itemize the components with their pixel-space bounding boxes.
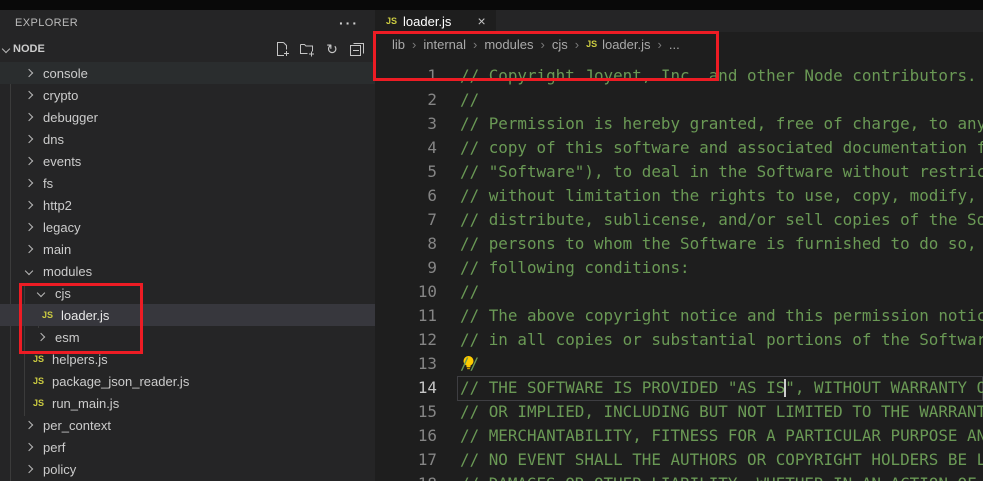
- breadcrumb: lib › internal › modules › cjs › JS load…: [375, 32, 983, 56]
- file-tree: console crypto debugger dns events fs ht…: [0, 62, 375, 480]
- tree-item-esm[interactable]: esm: [0, 326, 375, 348]
- code-line[interactable]: 5// "Software"), to deal in the Software…: [375, 160, 983, 184]
- breadcrumb-item-cjs[interactable]: cjs: [552, 37, 568, 52]
- chevron-right-icon: [20, 114, 38, 120]
- code-line[interactable]: 11// The above copyright notice and this…: [375, 304, 983, 328]
- code-area[interactable]: 1// Copyright Joyent, Inc. and other Nod…: [375, 56, 983, 481]
- breadcrumb-item-lib[interactable]: lib: [392, 37, 405, 52]
- explorer-panel-header: EXPLORER ···: [0, 10, 375, 35]
- code-line[interactable]: 6// without limitation the rights to use…: [375, 184, 983, 208]
- chevron-right-icon: [20, 246, 38, 252]
- tree-item-package-json-reader-js[interactable]: JSpackage_json_reader.js: [0, 370, 375, 392]
- code-line[interactable]: 10//: [375, 280, 983, 304]
- breadcrumb-separator-icon: ›: [540, 37, 544, 52]
- breadcrumb-separator-icon: ›: [412, 37, 416, 52]
- code-line[interactable]: 2//: [375, 88, 983, 112]
- refresh-icon[interactable]: ↻: [324, 41, 340, 57]
- breadcrumb-item-modules[interactable]: modules: [484, 37, 533, 52]
- js-file-icon: JS: [33, 376, 50, 386]
- chevron-right-icon: [20, 70, 38, 76]
- code-line[interactable]: 9// following conditions:: [375, 256, 983, 280]
- code-line[interactable]: 12// in all copies or substantial portio…: [375, 328, 983, 352]
- chevron-right-icon: [20, 180, 38, 186]
- code-line[interactable]: 1// Copyright Joyent, Inc. and other Nod…: [375, 64, 983, 88]
- chevron-right-icon: [20, 422, 38, 428]
- more-actions-icon[interactable]: ···: [339, 15, 359, 31]
- breadcrumb-separator-icon: ›: [575, 37, 579, 52]
- chevron-right-icon: [20, 202, 38, 208]
- explorer-sidebar: EXPLORER ··· NODE ↻: [0, 10, 375, 481]
- tree-item-legacy[interactable]: legacy: [0, 216, 375, 238]
- chevron-right-icon: [20, 158, 38, 164]
- tree-item-run-main-js[interactable]: JSrun_main.js: [0, 392, 375, 414]
- node-section-title: NODE: [13, 43, 45, 55]
- breadcrumb-item-symbol-ellipsis[interactable]: ...: [669, 37, 680, 52]
- code-line[interactable]: 16// MERCHANTABILITY, FITNESS FOR A PART…: [375, 424, 983, 448]
- tree-item-debugger[interactable]: debugger: [0, 106, 375, 128]
- chevron-right-icon: [20, 224, 38, 230]
- title-bar: [0, 0, 983, 10]
- chevron-right-icon: [20, 466, 38, 472]
- tree-item-http2[interactable]: http2: [0, 194, 375, 216]
- tree-item-perf[interactable]: perf: [0, 436, 375, 458]
- explorer-panel-title: EXPLORER: [15, 17, 78, 29]
- section-actions: ↻: [274, 41, 365, 57]
- tree-item-modules[interactable]: modules: [0, 260, 375, 282]
- chevron-down-icon: [32, 290, 50, 296]
- js-file-icon: JS: [386, 16, 397, 26]
- tab-loader-js[interactable]: JS loader.js ×: [375, 10, 496, 32]
- breadcrumb-item-internal[interactable]: internal: [423, 37, 466, 52]
- breadcrumb-separator-icon: ›: [473, 37, 477, 52]
- tree-item-events[interactable]: events: [0, 150, 375, 172]
- tree-item-per-context[interactable]: per_context: [0, 414, 375, 436]
- code-line[interactable]: 7// distribute, sublicense, and/or sell …: [375, 208, 983, 232]
- chevron-right-icon: [32, 334, 50, 340]
- tree-item-cjs[interactable]: cjs: [0, 282, 375, 304]
- tree-item-helpers-js[interactable]: JShelpers.js: [0, 348, 375, 370]
- tree-item-loader-js[interactable]: JSloader.js: [0, 304, 375, 326]
- js-file-icon: JS: [586, 39, 597, 49]
- node-section-header[interactable]: NODE ↻: [0, 35, 375, 62]
- tree-item-policy[interactable]: policy: [0, 458, 375, 480]
- vscode-window: EXPLORER ··· NODE ↻: [0, 0, 983, 481]
- chevron-down-icon: [20, 268, 38, 274]
- chevron-right-icon: [20, 136, 38, 142]
- tab-label: loader.js: [403, 14, 451, 29]
- breadcrumb-item-loader-js[interactable]: loader.js: [602, 37, 650, 52]
- code-line[interactable]: 8// persons to whom the Software is furn…: [375, 232, 983, 256]
- chevron-down-icon: [2, 44, 10, 52]
- collapse-all-icon[interactable]: [349, 41, 365, 57]
- js-file-icon: JS: [42, 310, 59, 320]
- code-line[interactable]: 4// copy of this software and associated…: [375, 136, 983, 160]
- chevron-right-icon: [20, 444, 38, 450]
- code-line[interactable]: 3// Permission is hereby granted, free o…: [375, 112, 983, 136]
- breadcrumb-separator-icon: ›: [658, 37, 662, 52]
- new-file-icon[interactable]: [274, 41, 290, 57]
- tree-item-main[interactable]: main: [0, 238, 375, 260]
- code-line[interactable]: 17// NO EVENT SHALL THE AUTHORS OR COPYR…: [375, 448, 983, 472]
- code-line[interactable]: 18// DAMAGES OR OTHER LIABILITY, WHETHER…: [375, 472, 983, 481]
- new-folder-icon[interactable]: [299, 41, 315, 57]
- tree-item-dns[interactable]: dns: [0, 128, 375, 150]
- tree-item-console[interactable]: console: [0, 62, 375, 84]
- code-line[interactable]: 13//: [375, 352, 983, 376]
- close-icon[interactable]: ×: [477, 14, 485, 28]
- editor-group: JS loader.js × lib › internal › modules …: [375, 10, 983, 481]
- code-line[interactable]: 15// OR IMPLIED, INCLUDING BUT NOT LIMIT…: [375, 400, 983, 424]
- tab-bar: JS loader.js ×: [375, 10, 983, 32]
- tree-item-crypto[interactable]: crypto: [0, 84, 375, 106]
- js-file-icon: JS: [33, 354, 50, 364]
- tree-item-fs[interactable]: fs: [0, 172, 375, 194]
- chevron-right-icon: [20, 92, 38, 98]
- js-file-icon: JS: [33, 398, 50, 408]
- code-line-current[interactable]: 14// THE SOFTWARE IS PROVIDED "AS IS", W…: [375, 376, 983, 400]
